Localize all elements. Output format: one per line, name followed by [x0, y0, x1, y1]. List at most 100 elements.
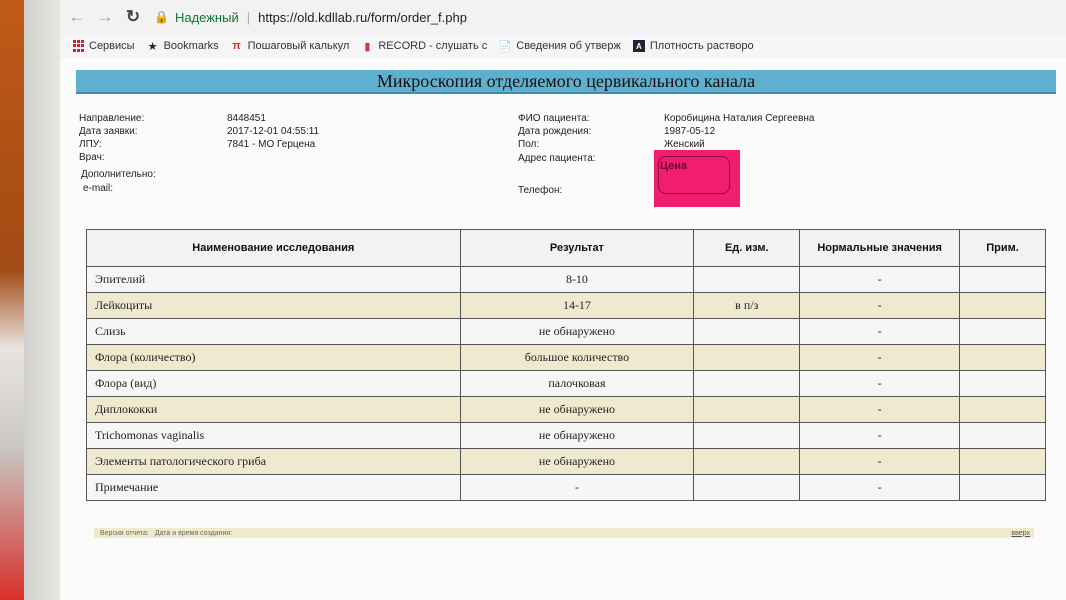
- lock-icon: 🔒: [154, 10, 169, 24]
- email-label: e-mail:: [83, 183, 114, 194]
- table-row: Примечание - -: [86, 474, 1046, 501]
- test-note: [959, 344, 1046, 371]
- sex-label: Пол:: [518, 139, 540, 150]
- test-result: палочковая: [459, 370, 695, 397]
- forward-arrow-icon[interactable]: →: [94, 6, 116, 28]
- bookmarks-bar: Сервисы ★ Bookmarks π Пошаговый калькул …: [60, 34, 1066, 59]
- test-name: Флора (количество): [86, 344, 461, 371]
- test-unit: [693, 448, 801, 475]
- test-result: большое количество: [459, 344, 695, 371]
- address-label: Адрес пациента:: [518, 153, 596, 164]
- test-name: Лейкоциты: [86, 292, 461, 319]
- version-label: Версия отчета:: [100, 529, 149, 537]
- created-label: Дата и время создания:: [154, 529, 233, 537]
- test-name: Trichomonas vaginalis: [86, 422, 461, 449]
- table-row: Слизь не обнаружено -: [86, 318, 1046, 345]
- monitor-bezel: [24, 0, 60, 600]
- test-norm: -: [799, 448, 961, 475]
- test-unit: [693, 474, 801, 501]
- browser-window: ← → ↻ 🔒 Надежный | https://old.kdllab.ru…: [60, 0, 1066, 600]
- aj-icon: A: [632, 40, 645, 52]
- test-name: Флора (вид): [86, 370, 461, 397]
- header-note: Прим.: [959, 229, 1046, 267]
- birth-date-value: 1987-05-12: [664, 126, 716, 137]
- test-note: [959, 318, 1046, 345]
- test-norm: -: [799, 266, 961, 293]
- patient-name-label: ФИО пациента:: [518, 113, 590, 124]
- direction-label: Направление:: [79, 113, 145, 124]
- table-row: Trichomonas vaginalis не обнаружено -: [86, 422, 1046, 449]
- test-unit: [693, 422, 801, 449]
- birth-date-label: Дата рождения:: [518, 126, 592, 137]
- test-norm: -: [799, 422, 961, 449]
- report-title-bar: Микроскопия отделяемого цервикального ка…: [76, 70, 1056, 94]
- desk-background: [0, 0, 24, 600]
- test-result: не обнаружено: [459, 422, 695, 449]
- test-result: 8-10: [459, 266, 695, 293]
- test-unit: [693, 344, 801, 371]
- test-result: не обнаружено: [459, 318, 695, 345]
- price-sticker: Цена: [654, 150, 740, 207]
- test-note: [959, 370, 1046, 397]
- test-note: [959, 396, 1046, 423]
- bookmark-record[interactable]: ▮ RECORD - слушать с: [361, 40, 488, 53]
- test-norm: -: [799, 474, 961, 501]
- table-row: Диплококки не обнаружено -: [86, 396, 1046, 423]
- table-row: Флора (вид) палочковая -: [86, 370, 1046, 397]
- header-test-name: Наименование исследования: [86, 229, 461, 267]
- bookmark-label: Пошаговый калькул: [247, 40, 350, 52]
- direction-value: 8448451: [227, 113, 266, 124]
- phone-label: Телефон:: [518, 185, 563, 196]
- test-result: -: [459, 474, 695, 501]
- bookmark-density[interactable]: A Плотность растворо: [632, 40, 754, 52]
- patient-name-value: Коробицина Наталия Сергеевна: [664, 113, 815, 124]
- secure-label: Надежный: [174, 9, 239, 25]
- reload-icon[interactable]: ↻: [122, 6, 144, 28]
- test-unit: [693, 370, 801, 397]
- chart-icon: ▮: [364, 40, 371, 53]
- url-text[interactable]: https://old.kdllab.ru/form/order_f.php: [258, 10, 467, 25]
- order-info-left: Направление: 8448451 Дата заявки: 2017-1…: [79, 112, 379, 202]
- test-unit: [693, 318, 801, 345]
- table-row: Элементы патологического гриба не обнару…: [86, 448, 1046, 475]
- table-row: Лейкоциты 14-17 в п/з -: [86, 292, 1046, 319]
- test-note: [959, 292, 1046, 319]
- test-result: не обнаружено: [459, 448, 695, 475]
- doctor-label: Врач:: [79, 152, 105, 163]
- lpu-value: 7841 - МО Герцена: [227, 139, 316, 150]
- order-date-label: Дата заявки:: [79, 126, 138, 137]
- results-table: Наименование исследования Результат Ед. …: [86, 229, 1046, 501]
- header-unit: Ед. изм.: [693, 229, 801, 267]
- document-icon: 📄: [498, 40, 513, 53]
- star-icon: ★: [147, 40, 158, 53]
- bookmark-services[interactable]: Сервисы: [72, 40, 135, 52]
- test-norm: -: [799, 344, 961, 371]
- bookmark-bookmarks[interactable]: ★ Bookmarks: [147, 40, 219, 53]
- test-name: Эпителий: [86, 266, 461, 293]
- header-result: Результат: [459, 229, 695, 267]
- address-bar: ← → ↻ 🔒 Надежный | https://old.kdllab.ru…: [60, 0, 1066, 35]
- test-unit: [693, 396, 801, 423]
- test-note: [959, 448, 1046, 475]
- bookmark-label: RECORD - слушать с: [378, 40, 488, 52]
- test-name: Диплококки: [86, 396, 461, 423]
- omnibox-separator: |: [246, 9, 251, 25]
- test-result: не обнаружено: [459, 396, 695, 423]
- apps-icon: [72, 40, 84, 52]
- test-note: [959, 474, 1046, 501]
- test-norm: -: [799, 292, 961, 319]
- report-footer: Версия отчета: Дата и время создания: вв…: [94, 528, 1034, 538]
- table-header-row: Наименование исследования Результат Ед. …: [86, 229, 1046, 267]
- test-result: 14-17: [459, 292, 695, 319]
- back-arrow-icon[interactable]: ←: [66, 6, 88, 28]
- bookmark-calculator[interactable]: π Пошаговый калькул: [231, 40, 350, 52]
- bookmark-document[interactable]: 📄 Сведения об утверж: [498, 40, 621, 53]
- pi-icon: π: [232, 40, 241, 52]
- test-norm: -: [799, 370, 961, 397]
- table-row: Флора (количество) большое количество -: [86, 344, 1046, 371]
- scroll-up-link[interactable]: вверх: [1011, 530, 1030, 537]
- header-norm: Нормальные значения: [799, 229, 961, 267]
- omnibox[interactable]: 🔒 Надежный | https://old.kdllab.ru/form/…: [154, 5, 467, 29]
- lpu-label: ЛПУ:: [79, 139, 102, 150]
- bookmark-label: Сведения об утверж: [516, 40, 621, 52]
